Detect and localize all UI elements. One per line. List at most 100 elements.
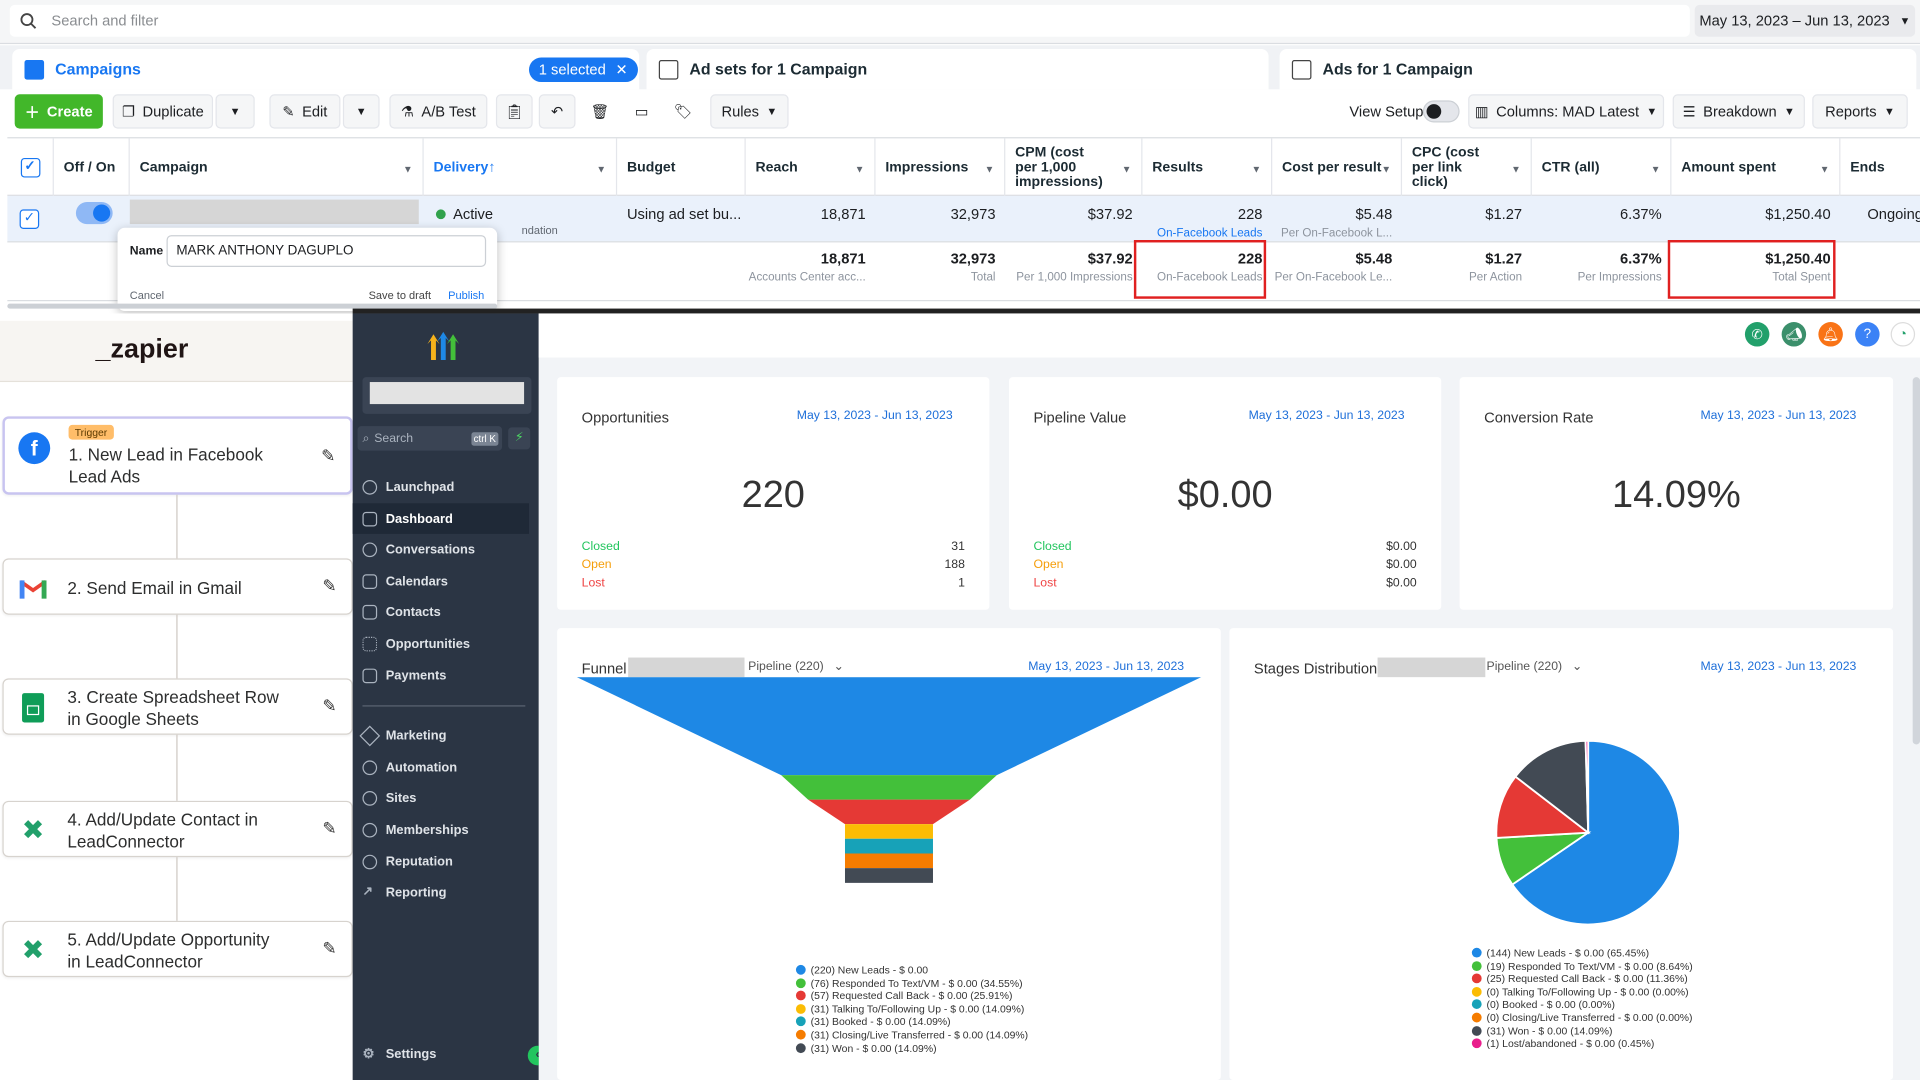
bell-icon[interactable]: 🔔︎ bbox=[1818, 322, 1843, 347]
tab-ads[interactable]: Ads for 1 Campaign bbox=[1279, 48, 1917, 90]
sidebar-item-conversations[interactable]: Conversations bbox=[362, 534, 538, 565]
legend-item[interactable]: (31) Won - $ 0.00 (14.09%) bbox=[1471, 1024, 1612, 1037]
delete-button[interactable]: 🗑︎ bbox=[581, 94, 619, 129]
name-input[interactable]: MARK ANTHONY DAGUPLO bbox=[166, 235, 487, 267]
sidebar-item-automation[interactable]: Automation bbox=[362, 752, 538, 783]
search-input[interactable]: Search and filter bbox=[9, 4, 1690, 37]
funnel-stage-closing-live-transferred[interactable] bbox=[844, 853, 933, 869]
legend-item[interactable]: (57) Requested Call Back - $ 0.00 (25.91… bbox=[795, 990, 1013, 1002]
sidebar-item-reporting[interactable]: ↗ Reporting bbox=[362, 877, 538, 908]
pencil-icon[interactable]: ✎ bbox=[322, 696, 336, 717]
legend-item[interactable]: (0) Closing/Live Transferred - $ 0.00 (0… bbox=[1471, 1011, 1692, 1024]
zap-step-1[interactable]: f Trigger 1. New Lead in Facebook Lead Ad… bbox=[2, 416, 353, 495]
reports-button[interactable]: Reports ▼ bbox=[1812, 94, 1908, 129]
funnel-stage-responded-to-text-vm[interactable] bbox=[781, 775, 997, 800]
legend-item[interactable]: (76) Responded To Text/VM - $ 0.00 (34.5… bbox=[795, 977, 1023, 989]
legend-item[interactable]: (220) New Leads - $ 0.00 bbox=[795, 964, 928, 976]
legend-item[interactable]: (31) Booked - $ 0.00 (14.09%) bbox=[795, 1016, 951, 1028]
zap-step-4[interactable]: ✖ 4. Add/Update Contact in LeadConnector … bbox=[2, 800, 353, 858]
view-setup-toggle[interactable] bbox=[1422, 100, 1460, 123]
preview-button[interactable]: ▭ bbox=[623, 94, 661, 129]
tag-button[interactable]: 🏷︎ bbox=[664, 94, 702, 129]
col-results[interactable]: Results ▼ bbox=[1142, 138, 1273, 198]
zap-step-3[interactable]: 3. Create Spreadsheet Row in Google Sheet… bbox=[2, 678, 353, 735]
funnel-stage-won[interactable] bbox=[844, 868, 933, 883]
ab-test-button[interactable]: ⚗ A/B Test bbox=[389, 94, 488, 129]
col-delivery[interactable]: Delivery ↑ ▼ bbox=[424, 138, 618, 198]
col-budget[interactable]: Budget bbox=[617, 138, 746, 198]
create-button[interactable]: ＋ Create bbox=[14, 94, 103, 129]
legend-item[interactable]: (0) Talking To/Following Up - $ 0.00 (0.… bbox=[1471, 985, 1689, 998]
sidebar-item-payments[interactable]: Payments bbox=[362, 660, 538, 691]
pencil-icon[interactable]: ✎ bbox=[321, 446, 335, 467]
date-range-picker[interactable]: May 13, 2023 – Jun 13, 2023 ▼ bbox=[1694, 4, 1916, 37]
legend-item[interactable]: (31) Talking To/Following Up - $ 0.00 (1… bbox=[795, 1003, 1024, 1015]
clipboard-button[interactable]: 📋︎ bbox=[495, 94, 533, 129]
close-icon[interactable]: ✕ bbox=[616, 61, 628, 78]
legend-item[interactable]: (144) New Leads - $ 0.00 (65.45%) bbox=[1471, 947, 1649, 959]
sidebar-item-calendars[interactable]: Calendars bbox=[362, 566, 538, 597]
sidebar-item-contacts[interactable]: Contacts bbox=[362, 596, 538, 627]
announcement-icon[interactable]: 📣︎ bbox=[1781, 322, 1807, 347]
pencil-icon[interactable]: ✎ bbox=[322, 938, 336, 959]
col-reach[interactable]: Reach ▼ bbox=[746, 138, 876, 198]
sidebar-item-settings[interactable]: ⚙ Settings bbox=[362, 1038, 538, 1069]
sidebar-item-launchpad[interactable]: Launchpad bbox=[362, 471, 538, 502]
edit-button[interactable]: ✎ Edit bbox=[269, 94, 341, 129]
col-impressions[interactable]: Impressions ▼ bbox=[876, 138, 1006, 198]
funnel-stage-new-leads[interactable] bbox=[576, 677, 1202, 776]
lightning-icon[interactable]: ⚡︎ bbox=[508, 427, 531, 450]
sidebar-search[interactable]: ⌕ Search ctrl K bbox=[357, 426, 503, 451]
zap-step-5[interactable]: ✖ 5. Add/Update Opportunity in LeadConnec… bbox=[2, 920, 353, 978]
campaign-toggle[interactable] bbox=[75, 202, 113, 225]
col-campaign[interactable]: Campaign ▼ bbox=[130, 138, 424, 198]
tab-campaigns[interactable]: Campaigns 1 selected ✕ bbox=[12, 48, 640, 90]
save-draft-button[interactable]: Save to draft bbox=[369, 289, 431, 301]
col-cost-per-result[interactable]: Cost per result ▼ bbox=[1272, 138, 1403, 198]
duplicate-dropdown[interactable]: ▼ bbox=[215, 94, 255, 129]
col-cpm[interactable]: CPM (cost per 1,000 impressions) ▼ bbox=[1005, 138, 1143, 198]
row-checkbox[interactable]: ✓ bbox=[19, 209, 40, 229]
legend-item[interactable]: (31) Won - $ 0.00 (14.09%) bbox=[795, 1042, 937, 1054]
col-ends[interactable]: Ends bbox=[1840, 138, 1920, 197]
selected-pill[interactable]: 1 selected ✕ bbox=[528, 57, 638, 83]
vertical-scrollbar[interactable] bbox=[1912, 377, 1920, 745]
breakdown-button[interactable]: ☰ Breakdown ▼ bbox=[1672, 94, 1805, 129]
funnel-pipeline-select[interactable]: Pipeline (220) ⌄ bbox=[748, 660, 844, 673]
sidebar-item-reputation[interactable]: Reputation bbox=[362, 846, 538, 877]
funnel-stage-talking-to-following-up[interactable] bbox=[844, 824, 933, 839]
undo-button[interactable]: ↶ bbox=[538, 94, 576, 129]
edit-dropdown[interactable]: ▼ bbox=[342, 94, 380, 129]
results-sub[interactable]: On-Facebook Leads bbox=[1142, 227, 1262, 240]
legend-item[interactable]: (1) Lost/abandoned - $ 0.00 (0.45%) bbox=[1471, 1037, 1654, 1050]
col-cpc[interactable]: CPC (cost per link click) ▼ bbox=[1402, 138, 1532, 198]
col-ctr[interactable]: CTR (all) ▼ bbox=[1532, 138, 1672, 198]
duplicate-button[interactable]: ❐ Duplicate bbox=[112, 94, 214, 129]
legend-item[interactable]: (31) Closing/Live Transferred - $ 0.00 (… bbox=[795, 1029, 1028, 1041]
select-all-checkbox[interactable]: ✓ bbox=[7, 138, 54, 198]
avatar[interactable]: ◔ bbox=[1890, 322, 1916, 347]
columns-button[interactable]: ▥ Columns: MAD Latest ▼ bbox=[1468, 94, 1665, 129]
account-switcher[interactable] bbox=[362, 377, 532, 414]
sidebar-item-sites[interactable]: Sites bbox=[362, 782, 538, 813]
funnel-stage-booked[interactable] bbox=[844, 838, 933, 854]
rules-button[interactable]: Rules ▼ bbox=[710, 94, 789, 129]
stages-pipeline-select[interactable]: Pipeline (220) ⌄ bbox=[1487, 660, 1583, 673]
col-off-on[interactable]: Off / On bbox=[54, 138, 130, 198]
legend-item[interactable]: (0) Booked - $ 0.00 (0.00%) bbox=[1471, 998, 1615, 1011]
legend-item[interactable]: (25) Requested Call Back - $ 0.00 (11.36… bbox=[1471, 972, 1688, 985]
publish-button[interactable]: Publish bbox=[448, 289, 484, 301]
funnel-stage-requested-call-back[interactable] bbox=[808, 799, 970, 825]
sidebar-item-dashboard[interactable]: Dashboard bbox=[352, 503, 529, 534]
cancel-button[interactable]: Cancel bbox=[130, 289, 164, 301]
col-amount-spent[interactable]: Amount spent ▼ bbox=[1671, 138, 1841, 198]
sidebar-item-marketing[interactable]: Marketing bbox=[359, 720, 538, 751]
zap-step-2[interactable]: 2. Send Email in Gmail ✎ bbox=[2, 558, 353, 615]
help-icon[interactable]: ? bbox=[1855, 322, 1880, 347]
pencil-icon[interactable]: ✎ bbox=[322, 576, 336, 597]
phone-icon[interactable]: ✆ bbox=[1744, 322, 1770, 347]
tab-adsets[interactable]: Ad sets for 1 Campaign bbox=[646, 48, 1269, 90]
sidebar-item-memberships[interactable]: Memberships bbox=[362, 814, 538, 845]
legend-item[interactable]: (19) Responded To Text/VM - $ 0.00 (8.64… bbox=[1471, 960, 1693, 972]
sidebar-item-opportunities[interactable]: Opportunities bbox=[362, 628, 538, 659]
